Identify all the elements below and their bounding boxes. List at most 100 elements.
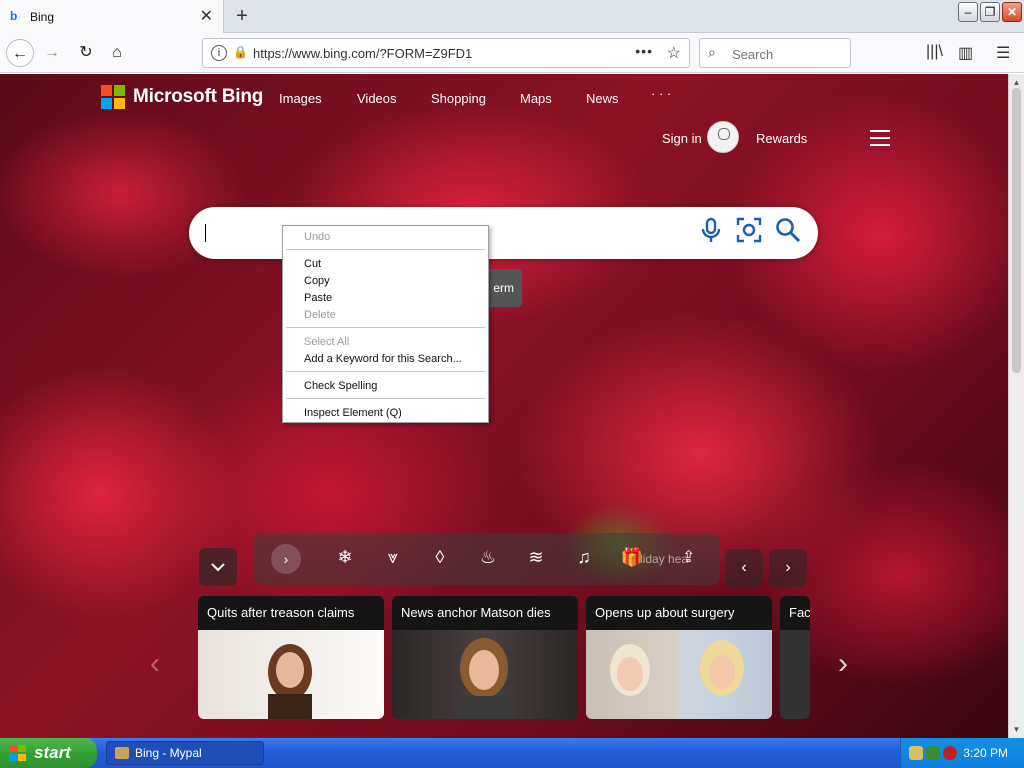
scroll-down-icon[interactable]: ▼ [1011,724,1022,735]
taskbar-window-title: Bing - Mypal [135,746,202,760]
sidebar-icon[interactable]: ▥ [958,43,973,63]
sign-in-link[interactable]: Sign in [662,131,702,146]
window-controls: – ❐ ✕ [958,2,1022,24]
holiday-heading: liday hea [640,552,689,566]
menu-item-delete: Delete [304,309,336,321]
nav-news[interactable]: News [586,91,619,106]
microsoft-bing-logo[interactable]: Microsoft Bing [101,84,263,110]
browser-search-input[interactable]: ⌕ Search [699,38,851,68]
url-bar[interactable]: i 🔒 https://www.bing.com/?FORM=Z9FD1 •••… [202,38,690,68]
search-icon[interactable] [773,217,803,247]
holiday-icon-strip: › ❄ ⩔ ◊ ♨ ≋ ♫ 🎁 liday hea ⇪ [254,533,720,585]
bulb-icon[interactable]: ◊ [428,547,452,568]
vertical-scrollbar[interactable]: ▲ ▼ [1008,74,1024,738]
menu-item-cut[interactable]: Cut [304,258,321,270]
collapse-button[interactable] [199,548,237,586]
previous-image-button[interactable]: ‹ [725,549,763,587]
news-next-arrow-icon[interactable]: › [838,647,848,681]
search-placeholder: Search [732,47,774,62]
start-button[interactable]: start [0,738,97,768]
scroll-up-icon[interactable]: ▲ [1011,77,1022,88]
menu-item-undo: Undo [304,231,331,243]
context-menu: Undo Cut Copy Paste Delete Select All Ad… [282,225,489,423]
next-image-button[interactable]: › [769,549,807,587]
menu-item-check-spelling[interactable]: Check Spelling [304,380,377,392]
nav-videos[interactable]: Videos [357,91,397,106]
icicles-icon[interactable]: ⩔ [381,547,405,568]
page-actions-icon[interactable]: ••• [635,43,653,59]
rewards-link[interactable]: Rewards [756,131,807,146]
news-headline[interactable]: Quits after treason claims [198,596,384,630]
news-card[interactable]: Quits after treason claims [198,596,384,719]
back-button[interactable]: ← [6,39,34,67]
start-label: start [34,743,71,762]
close-tab-icon[interactable]: ✕ [200,6,213,26]
nav-more[interactable]: · · · [651,86,671,101]
taskbar-window-button[interactable]: Bing - Mypal [106,741,264,765]
lock-icon[interactable]: 🔒 [233,45,248,59]
reload-button[interactable]: ↻ [72,39,100,67]
menu-icon[interactable]: ☰ [996,43,1010,63]
url-text[interactable]: https://www.bing.com/?FORM=Z9FD1 [253,46,472,61]
tray-app-icon[interactable] [909,746,923,760]
clock: 3:20 PM [963,746,1008,760]
ribbon-icon[interactable]: ≋ [524,547,548,568]
new-tab-button[interactable]: + [230,3,254,29]
scroll-thumb[interactable] [1012,88,1021,373]
menu-separator [286,398,485,399]
menu-item-copy[interactable]: Copy [304,275,330,287]
forward-button[interactable]: → [38,39,66,67]
visual-search-icon[interactable] [734,217,764,247]
play-icon[interactable]: › [271,544,301,574]
microsoft-logo-icon [101,85,125,109]
nav-shopping[interactable]: Shopping [431,91,486,106]
bing-homepage: Microsoft Bing Images Videos Shopping Ma… [0,74,1008,738]
bookmark-star-icon[interactable]: ☆ [667,43,681,63]
nav-images[interactable]: Images [279,91,322,106]
close-window-button[interactable]: ✕ [1002,2,1022,22]
tray-network-icon[interactable] [926,746,940,760]
search-icon: ⌕ [708,44,716,60]
tray-security-icon[interactable] [943,746,957,760]
menu-item-paste[interactable]: Paste [304,292,332,304]
news-card[interactable]: Opens up about surgery [586,596,772,719]
news-photo[interactable] [392,630,578,719]
restore-button[interactable]: ❐ [980,2,1000,22]
news-card[interactable]: News anchor Matson dies [392,596,578,719]
bell-icon[interactable]: ♫ [572,547,596,568]
menu-separator [286,327,485,328]
menu-item-add-keyword[interactable]: Add a Keyword for this Search... [304,353,462,365]
text-caret [205,224,206,242]
fireplace-icon[interactable]: ♨ [476,547,500,568]
nav-maps[interactable]: Maps [520,91,552,106]
library-icon[interactable]: |||\ [926,43,943,61]
news-headline[interactable]: Opens up about surgery [586,596,772,630]
news-photo[interactable] [780,630,810,719]
news-headline[interactable]: News anchor Matson dies [392,596,578,630]
snowflake-icon[interactable]: ❄ [333,547,357,568]
minimize-button[interactable]: – [958,2,978,22]
brand-name: Microsoft Bing [133,86,264,107]
mypal-app-icon [115,747,129,759]
bing-favicon-icon: b [10,9,18,23]
site-info-icon[interactable]: i [211,45,227,61]
news-headline[interactable]: Fac [780,596,810,630]
news-photo[interactable] [198,630,384,719]
share-icon[interactable]: ⇪ [682,547,695,567]
news-prev-arrow-icon[interactable]: ‹ [150,647,160,681]
avatar[interactable] [707,121,739,153]
tab-bar: b Bing ✕ + – ❐ ✕ [0,0,1024,33]
hamburger-menu-icon[interactable] [870,130,890,146]
menu-item-select-all: Select All [304,336,350,348]
news-card[interactable]: Fac [780,596,810,719]
home-button[interactable]: ⌂ [103,39,131,67]
tab-bing[interactable]: b Bing ✕ [0,0,224,33]
windows-taskbar: start Bing - Mypal 3:20 PM [0,738,1024,768]
navigation-bar: ← → ↻ ⌂ i 🔒 https://www.bing.com/?FORM=Z… [0,33,1024,73]
menu-separator [286,371,485,372]
menu-item-inspect-element[interactable]: Inspect Element (Q) [304,407,402,419]
microphone-icon[interactable] [696,217,726,247]
news-photo[interactable] [586,630,772,719]
system-tray: 3:20 PM [900,738,1024,768]
menu-separator [286,249,485,250]
